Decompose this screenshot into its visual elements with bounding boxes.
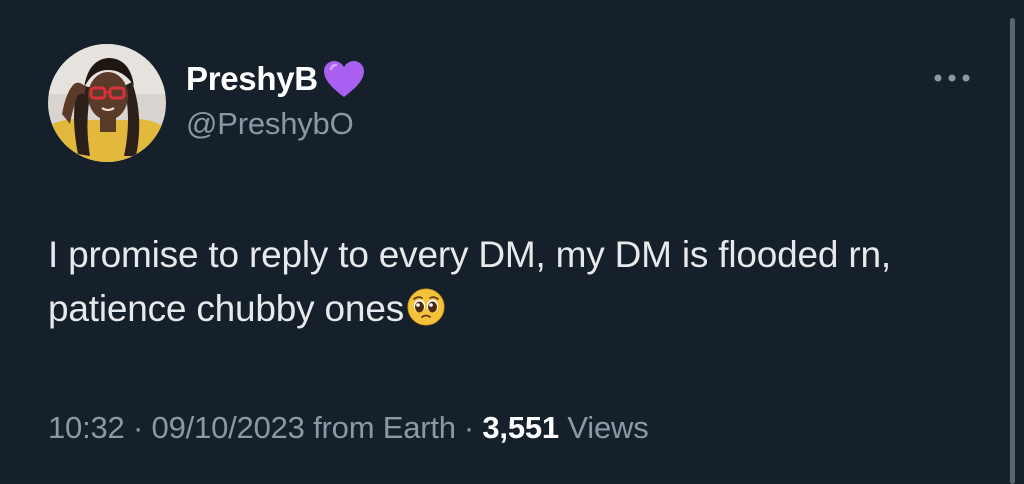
tweet-card: PreshyB @PreshybO I promise to reply to … (0, 0, 1024, 484)
purple-heart-icon (322, 59, 366, 99)
more-options-button[interactable] (928, 60, 976, 96)
tweet-source: from Earth (313, 410, 456, 445)
meta-separator: · (133, 410, 144, 445)
more-options-icon (934, 74, 970, 82)
meta-separator-2: · (463, 410, 474, 445)
pleading-face-emoji-icon (406, 287, 446, 342)
avatar-photo-icon (48, 44, 166, 162)
scrollbar[interactable] (1010, 18, 1015, 484)
author-name-row[interactable]: PreshyB (186, 54, 366, 104)
avatar[interactable] (48, 44, 166, 162)
tweet-meta: 10:32 · 09/10/2023 from Earth · 3,551 Vie… (48, 410, 649, 446)
tweet-text: I promise to reply to every DM, my DM is… (48, 234, 891, 329)
author-handle[interactable]: @PreshybO (186, 106, 354, 142)
views-count[interactable]: 3,551 (482, 410, 559, 445)
tweet-time[interactable]: 10:32 (48, 410, 125, 445)
display-name[interactable]: PreshyB (186, 60, 318, 98)
tweet-body: I promise to reply to every DM, my DM is… (48, 228, 948, 342)
views-label[interactable]: Views (567, 410, 648, 445)
tweet-date[interactable]: 09/10/2023 (152, 410, 305, 445)
